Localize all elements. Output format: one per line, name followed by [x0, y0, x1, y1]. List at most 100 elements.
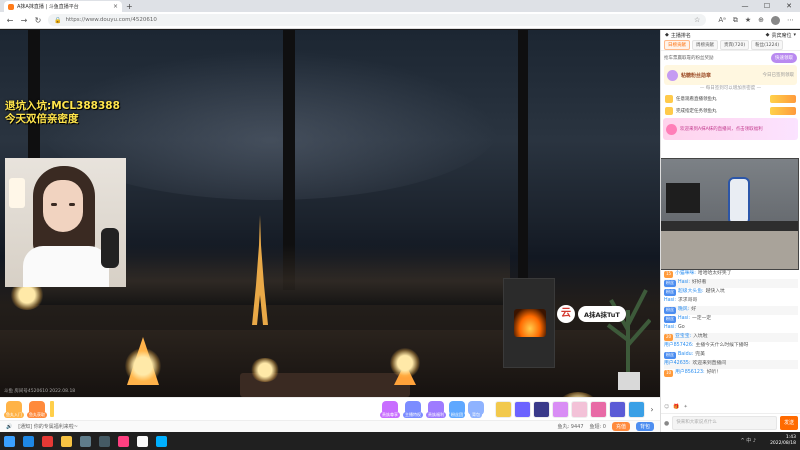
gift-item-icon[interactable]: [533, 400, 550, 418]
taskbar-apps: [23, 435, 167, 447]
close-button[interactable]: ✕: [778, 0, 800, 12]
gift-next-icon[interactable]: ›: [648, 405, 656, 414]
favorite-star-icon[interactable]: ☆: [694, 16, 700, 24]
fire: [514, 309, 546, 337]
chat-message: 20 亚宝宝: 入坑啦: [664, 333, 798, 342]
new-tab-button[interactable]: +: [126, 1, 133, 12]
chat-nickname[interactable]: 用户856123:: [675, 370, 705, 377]
gift-bar-item[interactable]: 鱼丸入门: [4, 400, 24, 418]
rank-tab[interactable]: 粉丝(1224): [751, 40, 784, 50]
welcome-banner[interactable]: 欢迎来到A抹A抹的直播间，点击领取福利: [663, 118, 798, 140]
task-claim-button[interactable]: [770, 107, 796, 115]
taskbar-app-icon[interactable]: [118, 435, 129, 447]
task-claim-button[interactable]: [770, 95, 796, 103]
read-aloud-icon[interactable]: Aᵃ: [718, 16, 726, 24]
chat-nickname[interactable]: Hasi:: [678, 280, 690, 287]
chat-nickname[interactable]: 小猫咪咪:: [675, 271, 696, 278]
chat-list: 15 小猫咪咪: 哈哈哈太好笑了 粉丝 Hasi: 好好看 粉丝 超级大头鱼: 越快入坑 Hasi…: [661, 270, 800, 413]
live-video[interactable]: 退坑入坑:MCL388388 今天双倍亲密度 云 A抹A抹TuT 斗鱼 房间号4…: [0, 30, 660, 397]
chat-nickname[interactable]: Hasi:: [664, 298, 676, 305]
profile-avatar[interactable]: [771, 15, 780, 25]
chat-text: 好: [691, 307, 697, 313]
address-bar[interactable]: 🔒 https://www.douyu.com/4520610 ☆: [48, 14, 707, 26]
chat-nickname[interactable]: Hasi:: [664, 325, 676, 332]
privilege-item[interactable]: 贵族福利: [426, 400, 446, 418]
refresh-icon[interactable]: ↻: [34, 16, 42, 25]
favorites-icon[interactable]: ★: [745, 16, 751, 24]
emoji-icon[interactable]: ☺: [664, 404, 669, 413]
wallet: 鱼丸: 9447 鱼翅: 0 充值 背包: [557, 422, 654, 431]
backpack-button[interactable]: 背包: [635, 422, 654, 431]
gift-item-icon[interactable]: [628, 400, 645, 418]
rank-tab[interactable]: 贵宾(720): [720, 40, 750, 50]
window-frame-right: [518, 30, 528, 290]
more-menu-icon[interactable]: ⋯: [787, 16, 794, 24]
gift-list: [495, 400, 645, 418]
streamer-rank[interactable]: ◆ 主播排名: [665, 32, 691, 39]
gift-icon[interactable]: 🎁: [673, 404, 679, 413]
privilege-item-label: 贵族福利: [426, 411, 446, 418]
chat-nickname[interactable]: 超级大头鱼:: [678, 289, 704, 296]
taskbar-app-icon[interactable]: [42, 435, 53, 447]
chat-tools: ☺ 🎁 ✦: [661, 404, 800, 413]
gift-item-icon[interactable]: [495, 400, 512, 418]
gift-item-icon[interactable]: [514, 400, 531, 418]
fans-medal-card[interactable]: 粘糖粉丝勋章 今日已签到领取: [664, 65, 797, 85]
vip-seat[interactable]: ◆ 贵宾席位 ▾: [766, 32, 796, 39]
chat-nickname[interactable]: 亚宝宝:: [675, 334, 691, 341]
rank-tab[interactable]: 日榜贡献: [664, 40, 690, 50]
browser-tabbar: A抹A抹直播 | 斗鱼直播平台 × + — ☐ ✕: [0, 0, 800, 12]
charge-button[interactable]: 充值: [611, 422, 630, 431]
system-tray[interactable]: ^ 中 ♪: [741, 438, 757, 444]
speaker-icon[interactable]: 🔊: [6, 424, 12, 430]
forward-icon[interactable]: →: [20, 16, 28, 25]
privilege-item[interactable]: 主播特权: [403, 400, 423, 418]
gift-item-icon[interactable]: [552, 400, 569, 418]
chat-nickname[interactable]: 晚风:: [678, 307, 689, 314]
maximize-button[interactable]: ☐: [756, 0, 778, 12]
minimize-button[interactable]: —: [734, 0, 756, 12]
user-level-badge: 10: [664, 370, 674, 377]
fans-medal-name: 粘糖粉丝勋章: [681, 72, 712, 79]
monitor: [666, 183, 700, 213]
gift-item-icon[interactable]: [590, 400, 607, 418]
fish-ball-count: 鱼丸: 9447: [557, 424, 584, 430]
lock-icon: 🔒: [54, 16, 62, 24]
gift-item-icon[interactable]: [571, 400, 588, 418]
gift-item-icon[interactable]: [609, 400, 626, 418]
system-clock[interactable]: ^ 中 ♪: [741, 438, 757, 444]
taskbar-app-icon[interactable]: [80, 435, 91, 447]
gift-bar-item[interactable]: 鱼丸获取: [27, 400, 47, 418]
clock-block[interactable]: 1:43 2022/08/18: [770, 435, 796, 447]
start-icon[interactable]: [4, 435, 15, 447]
privilege-item[interactable]: 贵族尊享: [380, 400, 400, 418]
privilege-item-label: 贵族尊享: [380, 411, 400, 418]
extensions-icon[interactable]: ⧉: [733, 16, 738, 25]
chat-nickname[interactable]: 用户42635:: [664, 361, 690, 368]
window-controls: — ☐ ✕: [734, 0, 800, 12]
chat-nickname[interactable]: Hasi:: [678, 316, 690, 323]
collections-icon[interactable]: ⊕: [758, 16, 764, 24]
chat-nickname[interactable]: 用户857426:: [664, 343, 694, 350]
taskbar-app-icon[interactable]: [23, 435, 34, 447]
taskbar-app-icon[interactable]: [61, 435, 72, 447]
back-icon[interactable]: ←: [6, 16, 14, 25]
quick-claim-button[interactable]: 快速领取: [771, 53, 797, 63]
chat-nickname[interactable]: Baidu:: [678, 352, 693, 359]
browser-tab[interactable]: A抹A抹直播 | 斗鱼直播平台 ×: [4, 1, 122, 12]
fan-badge-icon[interactable]: ●: [664, 420, 669, 427]
barrage-icon[interactable]: ✦: [683, 404, 687, 413]
toolbar-icons: Aᵃ ⧉ ★ ⊕ ⋯: [718, 15, 794, 25]
rank-tab[interactable]: 周榜贡献: [692, 40, 718, 50]
taskbar-app-icon[interactable]: [137, 435, 148, 447]
tab-close-icon[interactable]: ×: [113, 3, 118, 10]
taskbar-app-icon[interactable]: [156, 435, 167, 447]
eye-left: [51, 203, 57, 206]
taskbar-app-icon[interactable]: [99, 435, 110, 447]
vip-seat-label: 贵宾席位: [771, 32, 792, 39]
chat-input[interactable]: 快来和大家说点什么: [672, 416, 777, 430]
privilege-item[interactable]: 背包: [468, 400, 484, 418]
privilege-item[interactable]: 粉丝团: [449, 400, 465, 418]
send-button[interactable]: 发送: [780, 416, 798, 430]
task-row: 完成指定任务领鱼丸: [661, 105, 800, 117]
